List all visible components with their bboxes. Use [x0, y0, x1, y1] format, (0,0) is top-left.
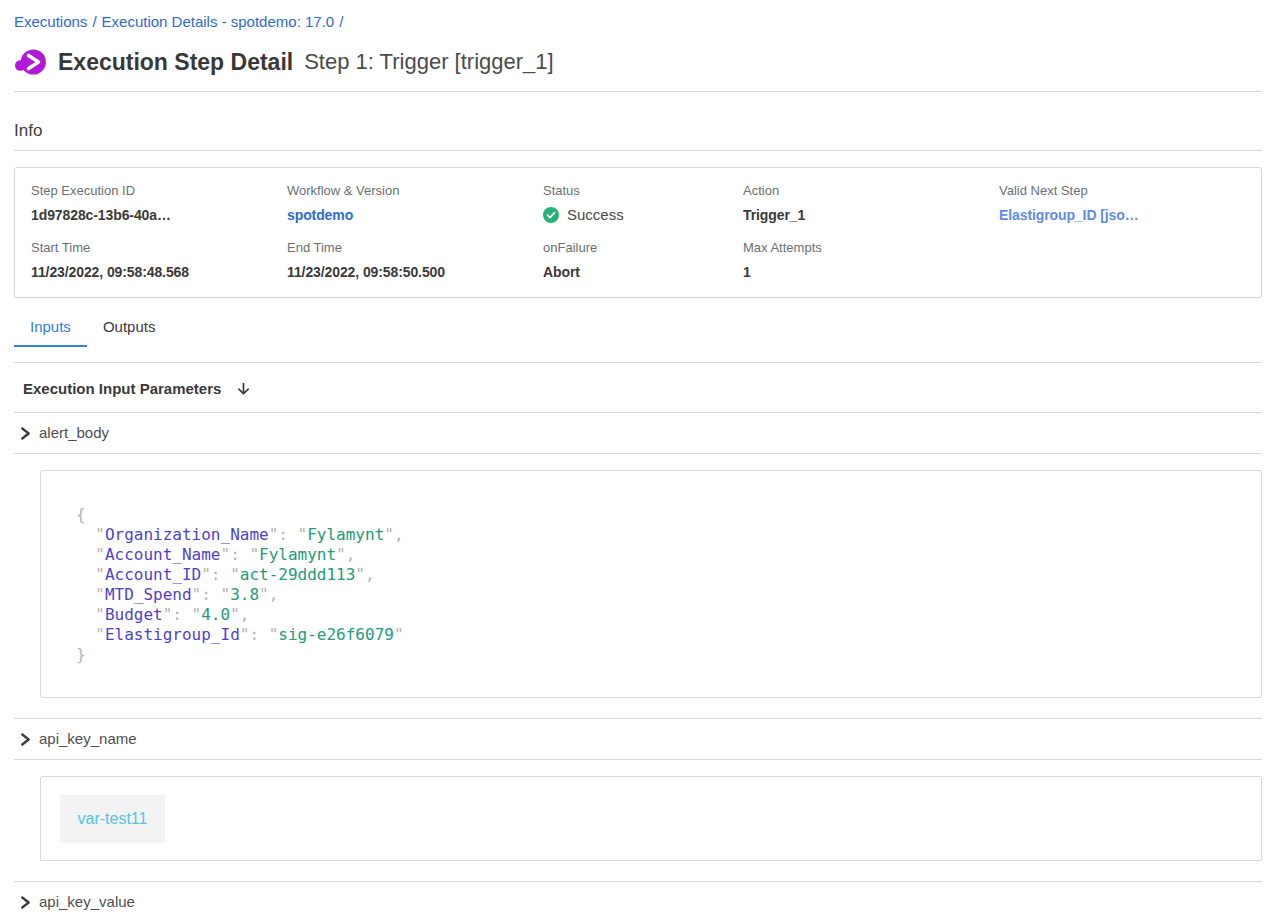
info-field: End Time 11/23/2022, 09:58:50.500: [287, 240, 543, 281]
tab-bar: InputsOutputs: [14, 318, 1262, 347]
app-logo-icon: [14, 46, 46, 78]
chevron-right-icon: [20, 896, 31, 909]
param-section-row-api_key_name[interactable]: api_key_name: [14, 719, 1262, 760]
info-field-label: Start Time: [31, 240, 287, 256]
info-field: Step Execution ID 1d97828c-13b6-40a…: [31, 183, 287, 224]
param-value-chip: var-test11: [60, 795, 165, 843]
info-field: Action Trigger_1: [743, 183, 999, 224]
divider: [14, 91, 1262, 92]
info-field: onFailure Abort: [543, 240, 743, 281]
param-section-row-alert_body[interactable]: alert_body: [14, 413, 1262, 454]
success-check-icon: [543, 207, 559, 223]
info-field-value: 11/23/2022, 09:58:50.500: [287, 263, 543, 281]
info-card: Step Execution ID 1d97828c-13b6-40a…Workf…: [14, 167, 1262, 298]
info-field-value: 1d97828c-13b6-40a…: [31, 206, 287, 224]
page-subtitle: Step 1: Trigger [trigger_1]: [304, 49, 553, 75]
info-field-label: Step Execution ID: [31, 183, 287, 199]
param-section-content: var-test11: [14, 760, 1262, 882]
info-field-value[interactable]: Elastigroup_ID [jso…: [999, 206, 1245, 224]
info-field: Valid Next Step Elastigroup_ID [jso…: [999, 183, 1245, 224]
param-section-label: api_key_name: [39, 731, 137, 747]
info-field: Status Success: [543, 183, 743, 224]
info-grid: Step Execution ID 1d97828c-13b6-40a…Workf…: [31, 183, 1245, 281]
page-title: Execution Step Detail: [58, 49, 293, 76]
breadcrumb-link[interactable]: Execution Details - spotdemo: 17.0: [102, 13, 335, 30]
params-header-title: Execution Input Parameters: [23, 379, 221, 399]
info-field-value: Trigger_1: [743, 206, 999, 224]
tab-inputs[interactable]: Inputs: [14, 318, 87, 347]
chevron-right-icon: [20, 733, 31, 746]
param-section-label: alert_body: [39, 425, 109, 441]
info-field-label: End Time: [287, 240, 543, 256]
info-field-label: Valid Next Step: [999, 183, 1245, 199]
info-field: Start Time 11/23/2022, 09:58:48.568: [31, 240, 287, 281]
params-header: Execution Input Parameters: [14, 363, 1262, 413]
info-field-label: Action: [743, 183, 999, 199]
page: Executions/Execution Details - spotdemo:…: [0, 0, 1272, 919]
value-panel: var-test11: [40, 776, 1262, 861]
info-field-value: Abort: [543, 263, 743, 281]
breadcrumb-separator: /: [87, 13, 101, 30]
download-arrow-icon[interactable]: [235, 381, 252, 398]
param-section-label: api_key_value: [39, 894, 135, 910]
title-row: Execution Step Detail Step 1: Trigger [t…: [14, 46, 1262, 78]
info-section-heading: Info: [14, 120, 1262, 142]
breadcrumb: Executions/Execution Details - spotdemo:…: [14, 0, 1262, 31]
info-field-label: Status: [543, 183, 743, 199]
chevron-right-icon: [20, 427, 31, 440]
info-field-value: 11/23/2022, 09:58:48.568: [31, 263, 287, 281]
info-field-label: Workflow & Version: [287, 183, 543, 199]
param-section-content: { "Organization_Name": "Fylamynt", "Acco…: [14, 454, 1262, 719]
status-text: Success: [567, 206, 624, 224]
breadcrumb-separator: /: [334, 13, 348, 30]
info-field-label: Max Attempts: [743, 240, 999, 256]
divider: [14, 150, 1262, 151]
breadcrumb-link[interactable]: Executions: [14, 13, 87, 30]
info-field-value: Success: [543, 206, 743, 224]
param-section-row-api_key_value[interactable]: api_key_value: [14, 882, 1262, 919]
tab-outputs[interactable]: Outputs: [87, 318, 172, 347]
info-field-value: 1: [743, 263, 999, 281]
info-field: Max Attempts 1: [743, 240, 999, 281]
info-field-label: onFailure: [543, 240, 743, 256]
info-field: Workflow & Version spotdemo: [287, 183, 543, 224]
json-code-block: { "Organization_Name": "Fylamynt", "Acco…: [40, 470, 1262, 698]
param-sections: alert_body { "Organization_Name": "Fylamy…: [14, 413, 1262, 919]
json-code: { "Organization_Name": "Fylamynt", "Acco…: [41, 471, 1261, 697]
info-field-value[interactable]: spotdemo: [287, 206, 543, 224]
